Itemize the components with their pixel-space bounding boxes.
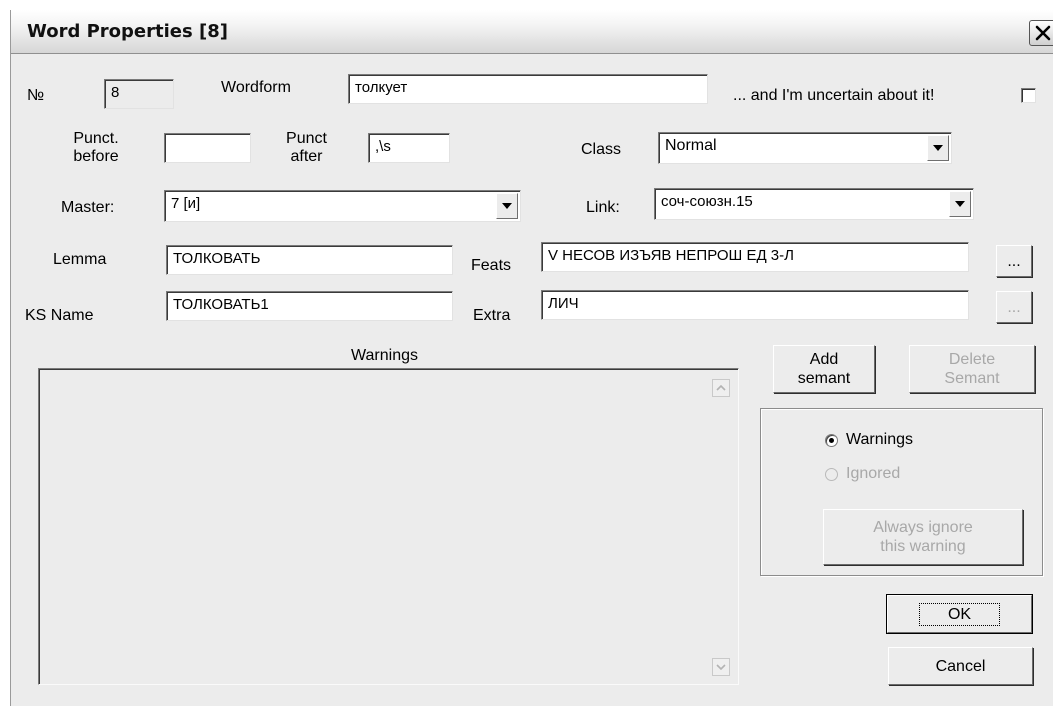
feats-input[interactable]: V НЕСОВ ИЗЪЯВ НЕПРОШ ЕД 3-Л: [541, 242, 969, 272]
cancel-button[interactable]: Cancel: [888, 647, 1033, 685]
always-ignore-label: Always ignore this warning: [873, 519, 973, 555]
link-label: Link:: [586, 199, 620, 216]
word-properties-dialog: Word Properties [8] № 8 Wordform толкует…: [10, 10, 1053, 706]
punct-after-input[interactable]: ,\s: [368, 133, 450, 163]
master-dropdown[interactable]: 7 [и]: [164, 190, 521, 222]
link-dropdown[interactable]: соч-союзн.15: [654, 188, 974, 220]
scroll-up-arrow-icon[interactable]: [712, 379, 730, 397]
extra-input[interactable]: ЛИЧ: [541, 290, 969, 320]
punct-after-label-line1: Punct: [286, 130, 327, 147]
punct-before-label-line2: before: [73, 148, 119, 165]
link-value: соч-союзн.15: [661, 193, 753, 210]
punct-after-label-line2: after: [290, 148, 323, 165]
feats-label: Feats: [471, 257, 512, 274]
ok-button[interactable]: OK: [886, 594, 1033, 634]
delete-semant-button[interactable]: Delete Semant: [909, 345, 1035, 393]
close-icon: [1035, 25, 1051, 41]
ks-name-input[interactable]: ТОЛКОВАТЬ1: [166, 291, 453, 321]
close-button[interactable]: [1029, 20, 1053, 46]
radio-selected-icon: [825, 433, 838, 447]
title-bar[interactable]: Word Properties [8]: [11, 10, 1053, 54]
warnings-radio-label: Warnings: [846, 431, 913, 448]
extra-label: Extra: [473, 307, 511, 324]
punct-before-label: Punct. before: [51, 130, 141, 166]
feats-browse-button[interactable]: ...: [996, 245, 1032, 277]
always-ignore-button[interactable]: Always ignore this warning: [823, 509, 1023, 565]
window-title: Word Properties [8]: [27, 21, 228, 42]
extra-browse-button[interactable]: ...: [996, 291, 1032, 323]
warnings-options-group: Warnings Ignored Always ignore this warni…: [760, 408, 1043, 576]
class-dropdown[interactable]: Normal: [658, 132, 952, 164]
number-field: 8: [104, 79, 174, 109]
wordform-label: Wordform: [221, 79, 291, 96]
number-label: №: [27, 87, 45, 104]
master-label: Master:: [61, 199, 115, 216]
add-semant-button[interactable]: Add semant: [773, 345, 875, 393]
ignored-radio-label: Ignored: [846, 465, 901, 482]
chevron-down-icon[interactable]: [496, 193, 518, 219]
warnings-label: Warnings: [351, 347, 418, 364]
wordform-input[interactable]: толкует: [348, 74, 708, 104]
lemma-label: Lemma: [53, 251, 107, 268]
warnings-textarea[interactable]: [38, 368, 739, 685]
scroll-down-arrow-icon[interactable]: [712, 658, 730, 676]
chevron-down-icon[interactable]: [927, 135, 949, 161]
uncertain-checkbox[interactable]: [1021, 88, 1036, 103]
punct-before-label-line1: Punct.: [73, 130, 119, 147]
ignored-radio[interactable]: Ignored: [825, 465, 900, 483]
class-label: Class: [581, 141, 622, 158]
ks-name-label: KS Name: [25, 307, 94, 324]
master-value: 7 [и]: [171, 195, 201, 212]
lemma-input[interactable]: ТОЛКОВАТЬ: [166, 245, 453, 275]
warnings-radio[interactable]: Warnings: [825, 431, 913, 449]
punct-after-label: Punct after: [264, 130, 349, 166]
ok-button-label: OK: [918, 602, 1001, 626]
uncertain-label: ... and I'm uncertain about it!: [733, 87, 935, 104]
chevron-down-icon[interactable]: [949, 191, 971, 217]
radio-unselected-icon: [825, 467, 838, 481]
class-value: Normal: [665, 137, 717, 154]
add-semant-label: Add semant: [797, 351, 851, 387]
punct-before-input[interactable]: [164, 133, 251, 163]
delete-semant-label: Delete Semant: [944, 351, 1000, 387]
